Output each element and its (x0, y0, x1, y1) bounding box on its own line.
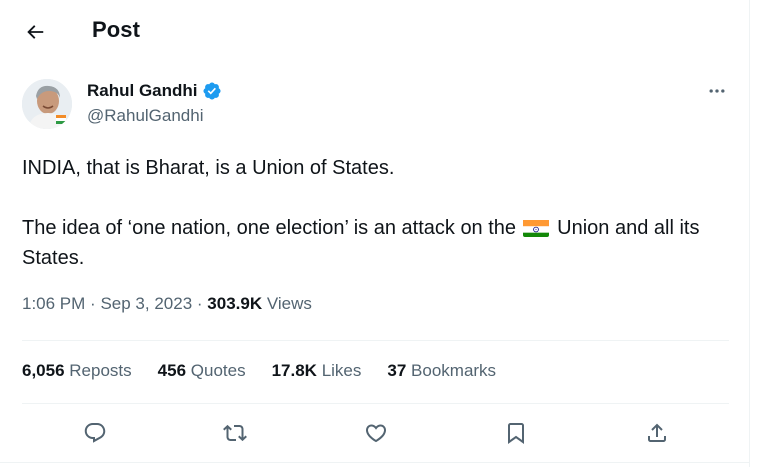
repost-icon (223, 424, 247, 442)
divider (22, 403, 729, 404)
likes-label: Likes (321, 361, 362, 380)
page-header: Post (0, 0, 749, 62)
divider (22, 340, 729, 341)
likes-stat[interactable]: 17.8K Likes (272, 361, 362, 381)
quotes-label: Quotes (190, 361, 246, 380)
post-line-2-before: The idea of ‘one nation, one election’ i… (22, 217, 517, 239)
like-button[interactable] (361, 418, 391, 448)
bookmarks-count: 37 (387, 361, 407, 380)
reply-icon (84, 423, 106, 443)
meta-separator: · (90, 294, 96, 313)
divider (0, 462, 749, 463)
author-handle[interactable]: @RahulGandhi (87, 106, 204, 126)
bookmarks-label: Bookmarks (411, 361, 497, 380)
author-name-row: Rahul Gandhi (87, 80, 222, 102)
post-date[interactable]: Sep 3, 2023 (100, 294, 192, 313)
post-time[interactable]: 1:06 PM (22, 294, 85, 313)
bookmark-button[interactable] (501, 418, 531, 448)
share-button[interactable] (642, 418, 672, 448)
meta-separator: · (196, 294, 203, 313)
reposts-label: Reposts (69, 361, 132, 380)
like-icon (365, 424, 387, 443)
bookmarks-stat[interactable]: 37 Bookmarks (387, 361, 496, 381)
more-options-button[interactable] (700, 80, 734, 102)
post-page: Post Rahul Gandhi @RahulGandhi INDIA, th… (0, 0, 758, 467)
quotes-stat[interactable]: 456 Quotes (158, 361, 246, 381)
post-text: INDIA, that is Bharat, is a Union of Sta… (22, 153, 737, 273)
post-line-2: The idea of ‘one nation, one election’ i… (22, 213, 737, 273)
post-actions (0, 418, 749, 448)
page-title: Post (92, 17, 141, 42)
repost-button[interactable] (220, 418, 250, 448)
quotes-count: 456 (157, 361, 187, 380)
post-meta: 1:06 PM · Sep 3, 2023 · 303.9K Views (22, 294, 312, 314)
avatar[interactable] (22, 79, 72, 129)
column-border (749, 0, 750, 467)
engagement-stats: 6,056 Reposts 456 Quotes 17.8K Likes 37 … (22, 360, 496, 382)
arrow-left-icon (27, 25, 44, 39)
author-name[interactable]: Rahul Gandhi (87, 81, 198, 101)
bookmark-icon (508, 423, 524, 444)
reposts-count: 6,056 (22, 361, 65, 380)
reply-button[interactable] (80, 418, 110, 448)
post-line-1: INDIA, that is Bharat, is a Union of Sta… (22, 157, 395, 179)
reposts-stat[interactable]: 6,056 Reposts (22, 361, 132, 381)
views-label: Views (266, 294, 312, 313)
likes-count: 17.8K (271, 361, 317, 380)
more-icon (709, 89, 725, 93)
avatar-image (22, 79, 72, 129)
verified-badge-icon[interactable] (202, 81, 222, 101)
views-count: 303.9K (207, 294, 263, 313)
india-flag-emoji-icon (522, 218, 549, 237)
share-icon (648, 423, 666, 442)
back-button[interactable] (18, 15, 52, 49)
